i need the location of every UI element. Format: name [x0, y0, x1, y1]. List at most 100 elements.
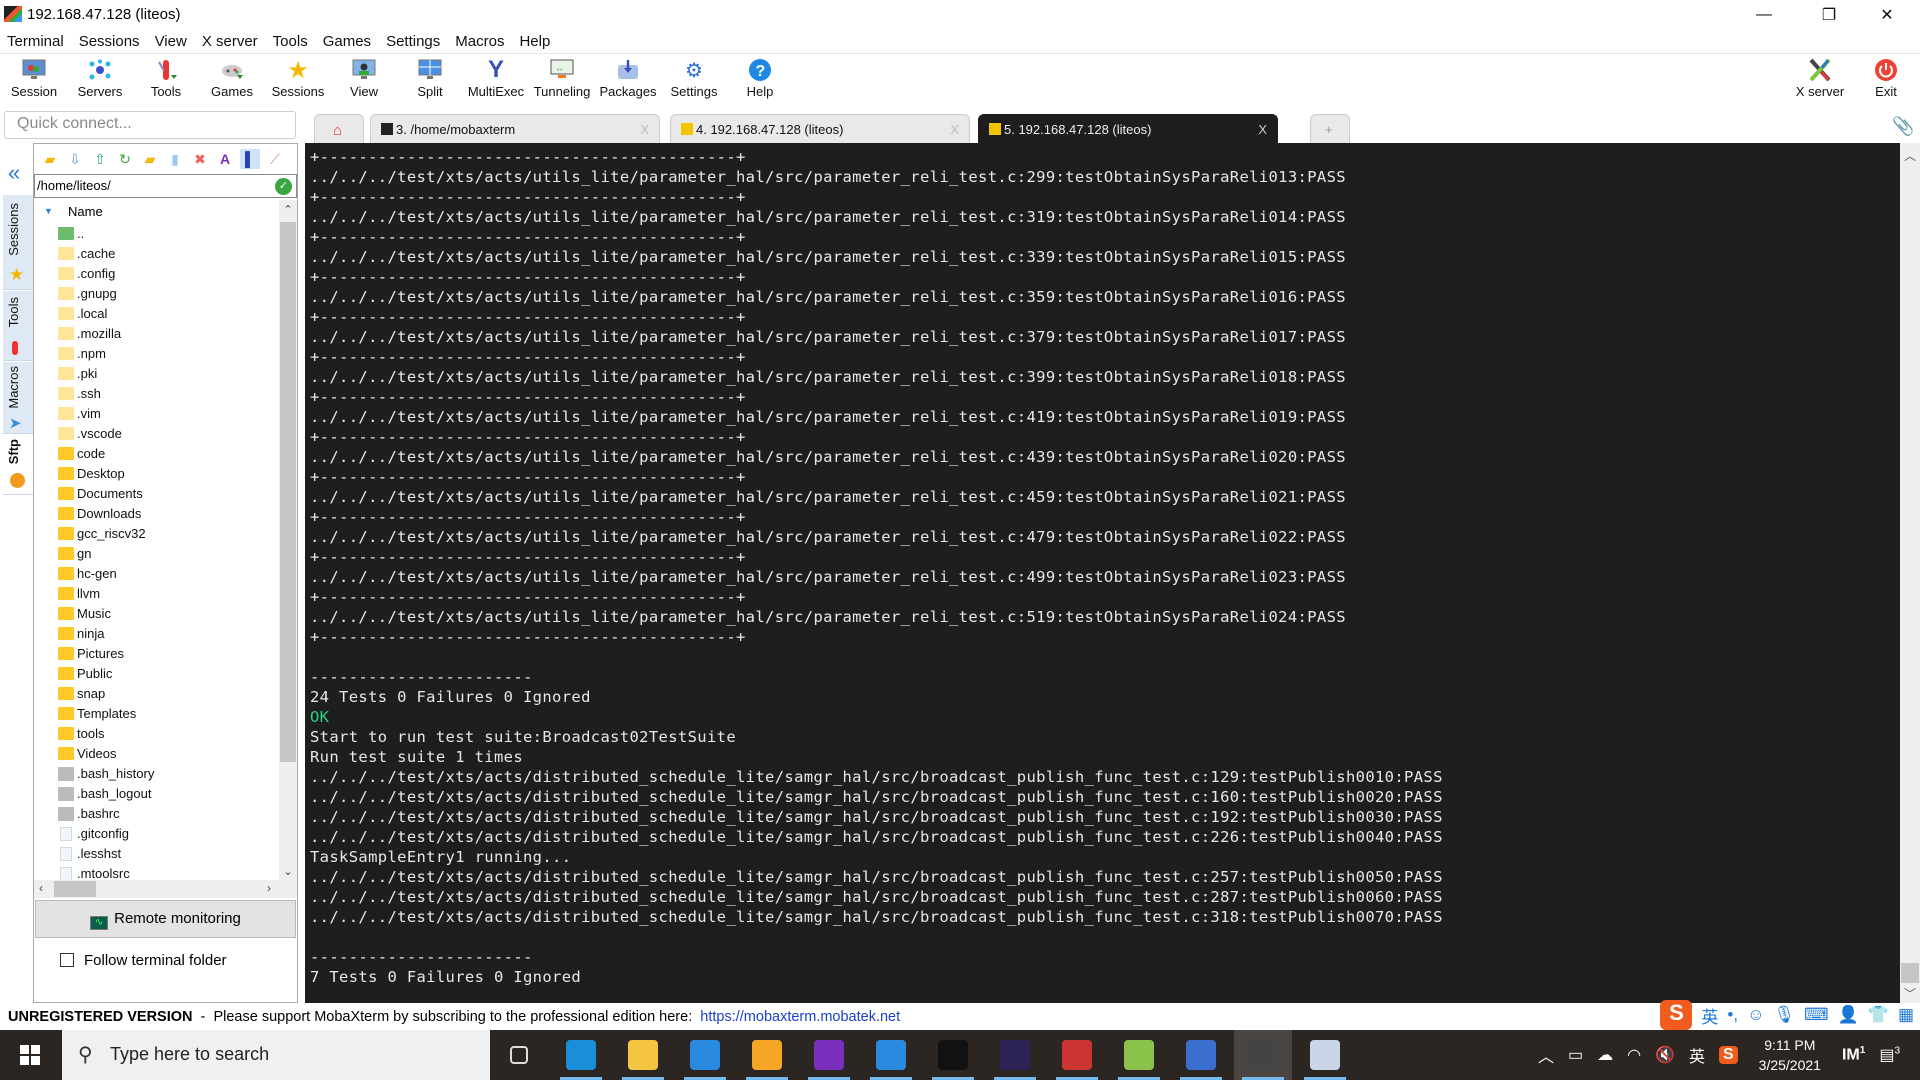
sessions-button[interactable]: ★ Sessions [265, 56, 331, 106]
follow-terminal-folder-checkbox[interactable]: Follow terminal folder [60, 952, 227, 969]
taskbar-app-cmd[interactable] [924, 1030, 982, 1080]
taskbar-app-onenote[interactable] [800, 1030, 858, 1080]
taskbar-app-vscode[interactable] [862, 1030, 920, 1080]
terminal-scrollbar[interactable]: ︿ ﹀ [1900, 143, 1920, 1003]
settings-button[interactable]: ⚙ Settings [661, 56, 727, 106]
collapse-sidebar-icon[interactable]: « [8, 160, 20, 186]
tab-4[interactable]: 4. 192.168.47.128 (liteos) X [670, 114, 970, 143]
wifi-icon[interactable]: ◠ [1627, 1045, 1641, 1065]
file-list-item[interactable]: Templates [34, 702, 279, 722]
scroll-right-icon[interactable]: › [267, 881, 271, 895]
scroll-up-icon[interactable]: ⌃ [279, 200, 297, 216]
file-list-item[interactable]: Desktop [34, 462, 279, 482]
file-list-vertical-scrollbar[interactable]: ⌃ ⌄ [279, 200, 297, 880]
rename-icon[interactable]: A [215, 149, 235, 169]
delete-icon[interactable]: ✖ [190, 149, 210, 169]
home-tab[interactable]: ⌂ [314, 114, 364, 143]
multiexec-button[interactable]: Y MultiExec [463, 56, 529, 106]
close-tab-icon[interactable]: X [640, 122, 649, 137]
menu-macros[interactable]: Macros [448, 30, 512, 53]
side-tab-sftp[interactable]: Sftp [3, 435, 33, 495]
side-tab-macros[interactable]: Macros ➤ [3, 362, 33, 434]
file-list-item[interactable]: hc-gen [34, 562, 279, 582]
checkbox[interactable] [60, 953, 74, 967]
side-tab-tools[interactable]: Tools [3, 291, 33, 361]
file-list-item[interactable]: gn [34, 542, 279, 562]
quick-connect-input[interactable]: Quick connect... [4, 111, 296, 139]
split-button[interactable]: Split [397, 56, 463, 106]
servers-button[interactable]: Servers [67, 56, 133, 106]
help-button[interactable]: ? Help [727, 56, 793, 106]
skin-icon[interactable]: 👕 [1868, 1005, 1889, 1025]
file-list-item[interactable]: Videos [34, 742, 279, 762]
new-folder-icon[interactable]: ▰ [140, 149, 160, 169]
menu-view[interactable]: View [148, 30, 195, 53]
scroll-left-icon[interactable]: ‹ [39, 881, 43, 895]
name-column-header[interactable]: ▼ Name [34, 200, 279, 222]
taskbar-app-calculator[interactable] [1172, 1030, 1230, 1080]
side-tab-sessions[interactable]: Sessions ★ [3, 195, 33, 290]
onedrive-icon[interactable]: ☁ [1597, 1045, 1613, 1065]
close-tab-icon[interactable]: X [950, 122, 959, 137]
file-list-item[interactable]: snap [34, 682, 279, 702]
tab-3[interactable]: 3. /home/mobaxterm X [370, 114, 660, 143]
session-button[interactable]: Session [1, 56, 67, 106]
scroll-down-icon[interactable]: ⌄ [279, 865, 297, 878]
file-list-item[interactable]: Public [34, 662, 279, 682]
ime-language-toggle[interactable]: 英 [1701, 1003, 1718, 1028]
file-list-item[interactable]: Documents [34, 482, 279, 502]
tray-app-icon[interactable]: IM1 [1842, 1045, 1865, 1064]
games-button[interactable]: Games [199, 56, 265, 106]
remote-monitoring-button[interactable]: ∿ Remote monitoring [35, 900, 296, 938]
scrollbar-thumb[interactable] [54, 881, 96, 897]
exit-button[interactable]: Exit [1853, 56, 1919, 106]
taskbar-app-mobaxterm[interactable] [1234, 1030, 1292, 1080]
taskbar-app-notepad-plus[interactable] [1110, 1030, 1168, 1080]
clock[interactable]: 9:11 PM 3/25/2021 [1759, 1035, 1821, 1075]
file-list-item[interactable]: .pki [34, 362, 279, 382]
emoji-icon[interactable]: ☺ [1747, 1005, 1764, 1025]
path-ok-icon[interactable]: ✓ [275, 178, 292, 195]
file-list-item[interactable]: .local [34, 302, 279, 322]
taskbar-search-box[interactable]: ⚲ Type here to search [62, 1030, 490, 1080]
download-icon[interactable]: ⇩ [65, 149, 85, 169]
menu-tools[interactable]: Tools [266, 30, 316, 53]
close-button[interactable]: ✕ [1858, 0, 1916, 30]
upload-icon[interactable]: ⇧ [90, 149, 110, 169]
new-tab-button[interactable]: + [1310, 114, 1350, 143]
file-list-item[interactable]: .. [34, 222, 279, 242]
sogou-tray-icon[interactable]: S [1719, 1046, 1738, 1064]
battery-icon[interactable]: ▭ [1568, 1045, 1583, 1065]
microphone-icon[interactable]: 🎙 [1773, 1005, 1795, 1025]
start-button[interactable] [0, 1030, 60, 1080]
keyboard-icon[interactable]: ⌨ [1804, 1005, 1829, 1025]
file-list-item[interactable]: .gitconfig [34, 822, 279, 842]
file-list-item[interactable]: Downloads [34, 502, 279, 522]
close-tab-icon[interactable]: X [1258, 122, 1267, 137]
grid-icon[interactable]: ▦ [1898, 1005, 1914, 1025]
volume-muted-icon[interactable]: 🔇 [1655, 1045, 1675, 1065]
menu-settings[interactable]: Settings [379, 30, 448, 53]
taskbar-app-monitor-app[interactable] [1296, 1030, 1354, 1080]
show-hidden-icons-icon[interactable]: ︿ [1538, 1043, 1554, 1067]
user-icon[interactable]: 👤 [1838, 1005, 1859, 1025]
sftp-path-input[interactable]: /home/liteos/ ✓ [34, 174, 297, 198]
scrollbar-thumb[interactable] [1901, 963, 1919, 983]
taskbar-app-task-view[interactable] [490, 1030, 548, 1080]
file-list-item[interactable]: .bash_history [34, 762, 279, 782]
minimize-button[interactable]: — [1735, 0, 1793, 30]
menu-games[interactable]: Games [316, 30, 379, 53]
file-list-item[interactable]: llvm [34, 582, 279, 602]
file-list-item[interactable]: tools [34, 722, 279, 742]
ime-punctuation-toggle[interactable]: •, [1727, 1005, 1738, 1025]
maximize-button[interactable]: ❐ [1800, 0, 1858, 30]
scroll-up-icon[interactable]: ︿ [1900, 147, 1920, 164]
sogou-logo-icon[interactable]: S [1660, 1000, 1693, 1030]
scrollbar-thumb[interactable] [280, 222, 296, 762]
file-list-item[interactable]: .lesshst [34, 842, 279, 862]
view-button[interactable]: View [331, 56, 397, 106]
taskbar-app-mail[interactable] [676, 1030, 734, 1080]
file-list-item[interactable]: .npm [34, 342, 279, 362]
magic-wand-icon[interactable]: ⟋ [265, 149, 285, 169]
file-list-item[interactable]: Music [34, 602, 279, 622]
